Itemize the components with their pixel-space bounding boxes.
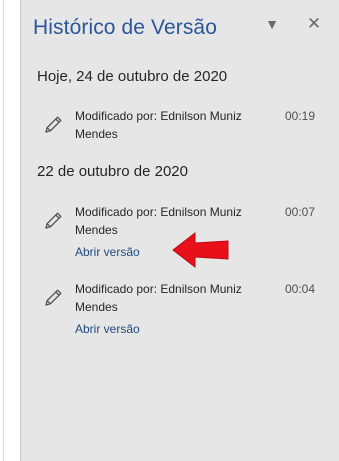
version-history-pane: Histórico de Versão ▼ ✕ Hoje, 24 de outu… <box>21 0 339 461</box>
open-version-link[interactable]: Abrir versão <box>75 243 140 261</box>
open-version-link[interactable]: Abrir versão <box>75 320 140 338</box>
pane-options-button[interactable]: ▼ <box>262 14 282 34</box>
version-time: 00:19 <box>285 109 316 123</box>
group-heading-today: Hoje, 24 de outubro de 2020 <box>37 68 228 85</box>
version-description: Modificado por: Ednilson Muniz Mendes <box>75 109 242 141</box>
document-page-edge <box>3 0 4 461</box>
pencil-icon <box>45 116 62 133</box>
version-time: 00:07 <box>285 205 316 219</box>
pencil-icon <box>45 289 62 306</box>
pencil-icon <box>45 212 62 229</box>
chevron-down-icon: ▼ <box>265 16 279 32</box>
pane-title: Histórico de Versão <box>33 16 217 39</box>
close-pane-button[interactable]: ✕ <box>304 14 324 34</box>
red-arrow-icon <box>172 231 229 269</box>
close-icon: ✕ <box>306 14 322 33</box>
document-edge <box>0 0 21 461</box>
group-heading-date: 22 de outubro de 2020 <box>37 163 188 180</box>
version-description: Modificado por: Ednilson Muniz Mendes <box>75 282 242 314</box>
version-history-window: Histórico de Versão ▼ ✕ Hoje, 24 de outu… <box>0 0 339 461</box>
version-time: 00:04 <box>285 282 316 296</box>
